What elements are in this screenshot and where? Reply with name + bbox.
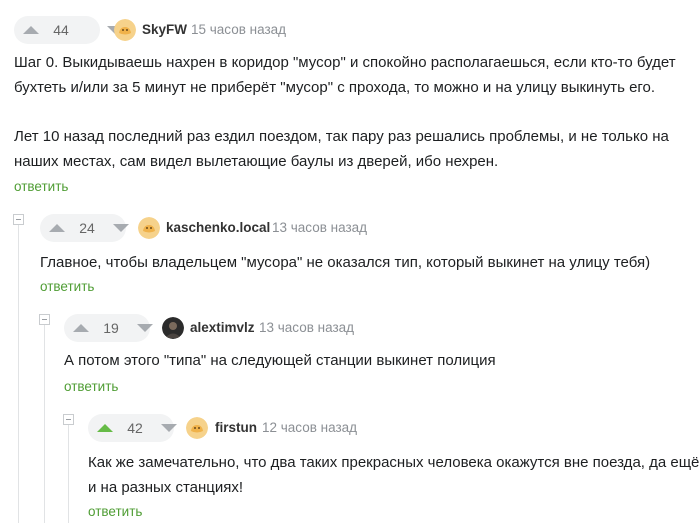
upvote-active-icon [97,424,113,432]
comment-text-line: Лет 10 назад последний раз ездил поездом… [14,128,669,145]
comment-text-line: бухтеть и/или за 5 минут не приберёт "му… [14,79,656,96]
timestamp[interactable]: 15 часов назад [191,22,286,37]
vote-control: 44 [14,16,123,44]
user-photo-icon [162,317,184,339]
thread-line [68,425,69,523]
downvote-button[interactable] [128,314,162,342]
reply-link[interactable]: ответить [88,504,142,519]
timestamp[interactable]: 13 часов назад [272,220,367,235]
username[interactable]: SkyFW [142,22,187,37]
default-avatar-icon [114,19,136,41]
username[interactable]: kaschenko.local [166,220,270,235]
comment-text-line: и на разных станциях! [88,479,244,496]
upvote-icon [73,324,89,332]
collapse-thread-button[interactable] [13,214,24,225]
downvote-icon [113,224,129,232]
comment-text-line: А потом этого "типа" на следующей станци… [64,352,496,369]
upvote-icon [49,224,65,232]
thread-line [44,325,45,523]
downvote-button[interactable] [104,214,138,242]
upvote-icon [23,26,39,34]
minus-icon [66,419,71,420]
upvote-button[interactable] [88,414,122,442]
thread-line [18,225,19,523]
comment-text-line: Шаг 0. Выкидываешь нахрен в коридор "мус… [14,54,676,71]
vote-control: 19 [64,314,153,342]
timestamp[interactable]: 13 часов назад [259,320,354,335]
vote-count: 42 [127,420,143,436]
minus-icon [16,219,21,220]
vote-count: 44 [53,22,69,38]
collapse-thread-button[interactable] [39,314,50,325]
default-avatar-icon [138,217,160,239]
avatar[interactable] [162,317,184,339]
minus-icon [42,319,47,320]
comment-text-line: Главное, чтобы владельцем "мусора" не ок… [40,254,651,271]
comment-text-line: наших местах, сам видел вылетающие баулы… [14,153,499,170]
timestamp[interactable]: 12 часов назад [262,420,357,435]
vote-control: 42 [88,414,177,442]
avatar[interactable] [186,417,208,439]
username[interactable]: firstun [215,420,257,435]
comment-text-line: Как же замечательно, что два таких прекр… [88,454,700,471]
vote-count: 19 [103,320,119,336]
downvote-icon [137,324,153,332]
downvote-icon [161,424,177,432]
vote-control: 24 [40,214,129,242]
avatar[interactable] [138,217,160,239]
reply-link[interactable]: ответить [64,379,118,394]
username[interactable]: alextimvlz [190,320,255,335]
default-avatar-icon [186,417,208,439]
avatar[interactable] [114,19,136,41]
reply-link[interactable]: ответить [14,179,68,194]
upvote-button[interactable] [40,214,74,242]
upvote-button[interactable] [64,314,98,342]
vote-count: 24 [79,220,95,236]
collapse-thread-button[interactable] [63,414,74,425]
upvote-button[interactable] [14,16,48,44]
downvote-button[interactable] [152,414,186,442]
reply-link[interactable]: ответить [40,279,94,294]
